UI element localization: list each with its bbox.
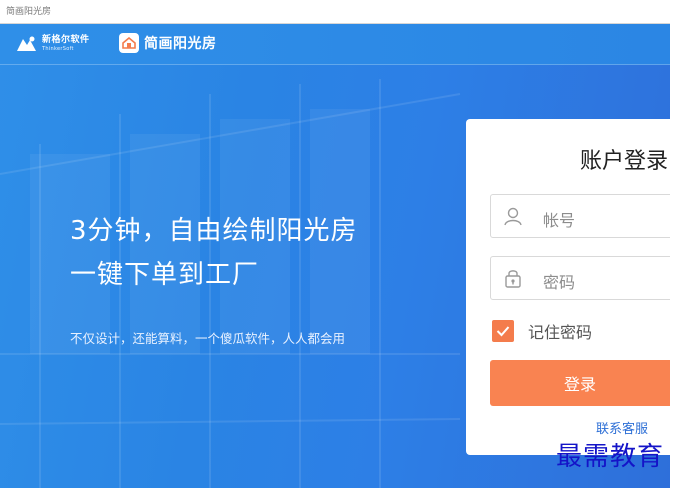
watermark: 最需教育: [556, 442, 665, 472]
contact-support-link[interactable]: 联系客服: [596, 418, 648, 437]
product: 简画阳光房: [119, 33, 217, 53]
app-window: 新格尔软件 ThinkerSoft 简画阳光房 3分钟，自由绘制阳光房 一键下单…: [0, 24, 670, 488]
thinkersoft-logo-icon: [17, 36, 36, 51]
hero-headline: 3分钟，自由绘制阳光房: [70, 216, 358, 246]
remember-password[interactable]: 记住密码: [492, 319, 592, 343]
login-title: 账户登录: [580, 149, 669, 174]
window-titlebar: 简画阳光房: [0, 0, 670, 24]
house-icon: [119, 33, 139, 53]
brand: 新格尔软件 ThinkerSoft: [14, 34, 90, 54]
lock-icon: [505, 270, 521, 288]
login-card: 账户登录 帐号 密码 记住密码 登录 联系客服: [466, 119, 670, 455]
username-field[interactable]: 帐号: [490, 194, 670, 238]
remember-label: 记住密码: [528, 323, 593, 342]
password-field[interactable]: 密码: [490, 256, 670, 300]
window-title: 简画阳光房: [6, 7, 52, 17]
username-placeholder: 帐号: [543, 211, 576, 230]
top-header: 新格尔软件 ThinkerSoft 简画阳光房: [0, 24, 670, 65]
password-placeholder: 密码: [543, 273, 576, 292]
brand-name-en: ThinkerSoft: [42, 46, 74, 52]
login-button[interactable]: 登录: [490, 360, 670, 406]
product-name: 简画阳光房: [144, 36, 217, 52]
user-icon: [504, 207, 522, 226]
check-icon: [496, 326, 510, 337]
hero-description: 不仅设计，还能算料，一个傻瓜软件，人人都会用: [70, 331, 346, 346]
remember-checkbox[interactable]: [492, 320, 514, 342]
brand-name-cn: 新格尔软件: [42, 35, 90, 45]
hero-subheadline: 一键下单到工厂: [70, 260, 260, 290]
